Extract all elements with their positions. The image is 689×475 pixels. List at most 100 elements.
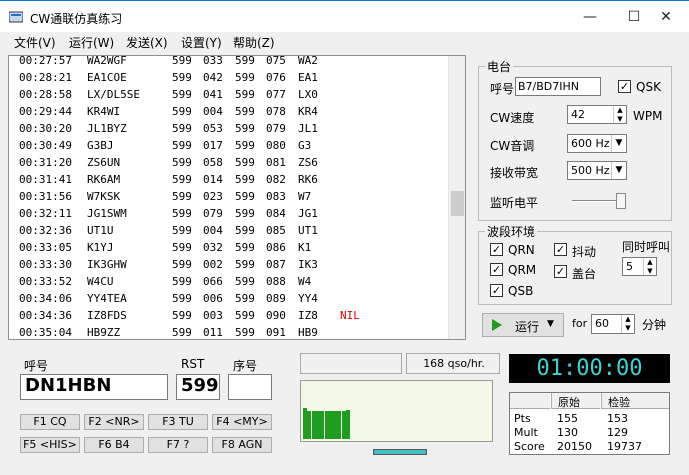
flutter-checkbox[interactable]: ✓: [554, 243, 567, 256]
log-row[interactable]: 00:35:04 HB9ZZ 599 011 599 091 HB9: [9, 325, 449, 339]
log-row[interactable]: 00:28:21 EA1COE 599 042 599 076 EA1: [9, 70, 449, 87]
log-cell-call: IK3GHW: [87, 258, 127, 271]
run-label: 运行: [515, 320, 540, 334]
chevron-down-icon[interactable]: ▼: [611, 135, 626, 152]
scroll-thumb[interactable]: [451, 191, 464, 216]
spin-arrows-icon[interactable]: ▲ ▼: [613, 106, 626, 123]
log-row[interactable]: 00:30:49 G3BJ 599 017 599 080 G3: [9, 138, 449, 155]
log-cell-call: EA1COE: [87, 71, 127, 84]
log-cell-rst2: 599: [235, 55, 255, 67]
log-cell-n1: 011: [203, 326, 223, 339]
close-button[interactable]: ✕: [651, 5, 681, 29]
menu-run[interactable]: 运行(W): [69, 34, 114, 51]
chevron-down-icon[interactable]: ▼: [611, 162, 626, 179]
run-minutes-spinner[interactable]: 60 ▲ ▼: [591, 314, 635, 334]
qsb-checkbox[interactable]: ✓: [490, 284, 503, 297]
log-cell-pfx: HB9: [298, 326, 318, 339]
lids-checkbox[interactable]: ✓: [554, 265, 567, 278]
f6-b4-button[interactable]: F6 B4: [84, 437, 144, 453]
log-row[interactable]: 00:33:05 K1YJ 599 032 599 086 K1: [9, 240, 449, 257]
log-cell-pfx: W7: [298, 190, 312, 203]
log-cell-rst2: 599: [235, 88, 255, 101]
qso-log[interactable]: 00:27:57 WA2WGF 599 033 599 075 WA2 00:28:21 EA1…: [8, 55, 466, 340]
log-cell-call: LX/DL5SE: [87, 88, 140, 101]
log-cell-call: ZS6UN: [87, 156, 121, 169]
log-cell-n1: 006: [203, 292, 223, 305]
log-cell-n2: 078: [266, 105, 286, 118]
log-cell-pfx: K1: [298, 241, 312, 254]
log-cell-rst2: 599: [235, 309, 255, 322]
minimize-button[interactable]: —: [575, 5, 605, 29]
simultaneous-calls-spinner[interactable]: 5 ▲ ▼: [622, 257, 657, 276]
station-call-input[interactable]: B7/BD7IHN: [515, 77, 601, 96]
log-row[interactable]: 00:30:20 JL1BYZ 599 053 599 079 JL1: [9, 121, 449, 138]
rx-bandwidth-value: 500 Hz: [571, 164, 610, 177]
qsk-checkbox[interactable]: ✓: [618, 80, 631, 93]
menu-help[interactable]: 帮助(Z): [233, 34, 275, 51]
spin-arrows-icon[interactable]: ▲ ▼: [621, 315, 634, 333]
log-cell-rst1: 599: [172, 55, 192, 67]
f1-cq-button[interactable]: F1 CQ: [20, 414, 80, 430]
call-entry-input[interactable]: DN1HBN: [20, 374, 168, 400]
menu-settings[interactable]: 设置(Y): [181, 34, 222, 51]
log-cell-n1: 066: [203, 275, 223, 288]
log-row[interactable]: 00:34:06 YY4TEA 599 006 599 089 YY4: [9, 291, 449, 308]
maximize-button[interactable]: ☐: [619, 5, 649, 29]
log-row[interactable]: 00:31:56 W7KSK 599 023 599 083 W7: [9, 189, 449, 206]
cw-pitch-select[interactable]: 600 Hz ▼: [567, 134, 627, 153]
slider-thumb[interactable]: [616, 193, 626, 209]
score-row-raw: 130: [557, 426, 578, 439]
f7-query-button[interactable]: F7 ?: [148, 437, 208, 453]
menu-file[interactable]: 文件(V): [14, 34, 56, 51]
log-cell-n2: 087: [266, 258, 286, 271]
window-title: CW通联仿真练习: [30, 12, 123, 26]
log-row[interactable]: 00:31:20 ZS6UN 599 058 599 081 ZS6: [9, 155, 449, 172]
cw-speed-spinner[interactable]: 42 ▲ ▼: [567, 105, 627, 124]
f3-tu-button[interactable]: F3 TU: [148, 414, 208, 430]
score-header-cell: [510, 393, 550, 409]
log-row[interactable]: 00:29:44 KR4WI 599 004 599 078 KR4: [9, 104, 449, 121]
spin-arrows-icon[interactable]: ▲ ▼: [643, 258, 656, 275]
f8-agn-button[interactable]: F8 AGN: [212, 437, 272, 453]
menu-send[interactable]: 发送(X): [126, 34, 168, 51]
log-cell-rst1: 599: [172, 258, 192, 271]
log-scrollbar[interactable]: [448, 56, 465, 339]
f4-my-button[interactable]: F4 <MY>: [212, 414, 272, 430]
qrn-checkbox[interactable]: ✓: [490, 243, 503, 256]
log-cell-n2: 076: [266, 71, 286, 84]
log-row[interactable]: 00:33:30 IK3GHW 599 002 599 087 IK3: [9, 257, 449, 274]
log-cell-n1: 004: [203, 224, 223, 237]
log-row[interactable]: 00:34:36 IZ8FDS 599 003 599 090 IZ8 NIL: [9, 308, 449, 325]
cw-speed-value: 42: [571, 108, 585, 121]
run-button[interactable]: 运行 ▼: [482, 313, 564, 337]
log-row[interactable]: 00:33:52 W4CU 599 066 599 088 W4: [9, 274, 449, 291]
nr-entry-input[interactable]: [228, 374, 272, 400]
log-cell-n2: 085: [266, 224, 286, 237]
log-cell-rst2: 599: [235, 275, 255, 288]
rst-entry-input[interactable]: 599: [176, 374, 220, 400]
flutter-label: 抖动: [572, 245, 597, 259]
wpm-label: WPM: [633, 109, 663, 123]
log-cell-pfx: EA1: [298, 71, 318, 84]
log-cell-rst1: 599: [172, 105, 192, 118]
log-row[interactable]: 00:32:11 JG1SWM 599 079 599 084 JG1: [9, 206, 449, 223]
log-cell-n1: 004: [203, 105, 223, 118]
log-cell-rst2: 599: [235, 224, 255, 237]
f5-his-button[interactable]: F5 <HIS>: [20, 437, 80, 453]
log-cell-n2: 081: [266, 156, 286, 169]
log-cell-rst1: 599: [172, 173, 192, 186]
simultaneous-calls-label: 同时呼叫: [622, 240, 670, 254]
log-row[interactable]: 00:28:58 LX/DL5SE 599 041 599 077 LX0: [9, 87, 449, 104]
log-row[interactable]: 00:32:36 UT1U 599 004 599 085 UT1: [9, 223, 449, 240]
log-cell-note: NIL: [340, 309, 360, 322]
qrm-checkbox[interactable]: ✓: [490, 263, 503, 276]
log-cell-n2: 083: [266, 190, 286, 203]
log-row[interactable]: 00:27:57 WA2WGF 599 033 599 075 WA2: [9, 55, 449, 70]
log-cell-rst1: 599: [172, 224, 192, 237]
log-cell-n1: 058: [203, 156, 223, 169]
f2-nr-button[interactable]: F2 <NR>: [84, 414, 144, 430]
log-row[interactable]: 00:31:41 RK6AM 599 014 599 082 RK6: [9, 172, 449, 189]
log-cell-time: 00:32:36: [19, 224, 72, 237]
progress-indicator: [373, 449, 427, 455]
rx-bandwidth-select[interactable]: 500 Hz ▼: [567, 161, 627, 180]
